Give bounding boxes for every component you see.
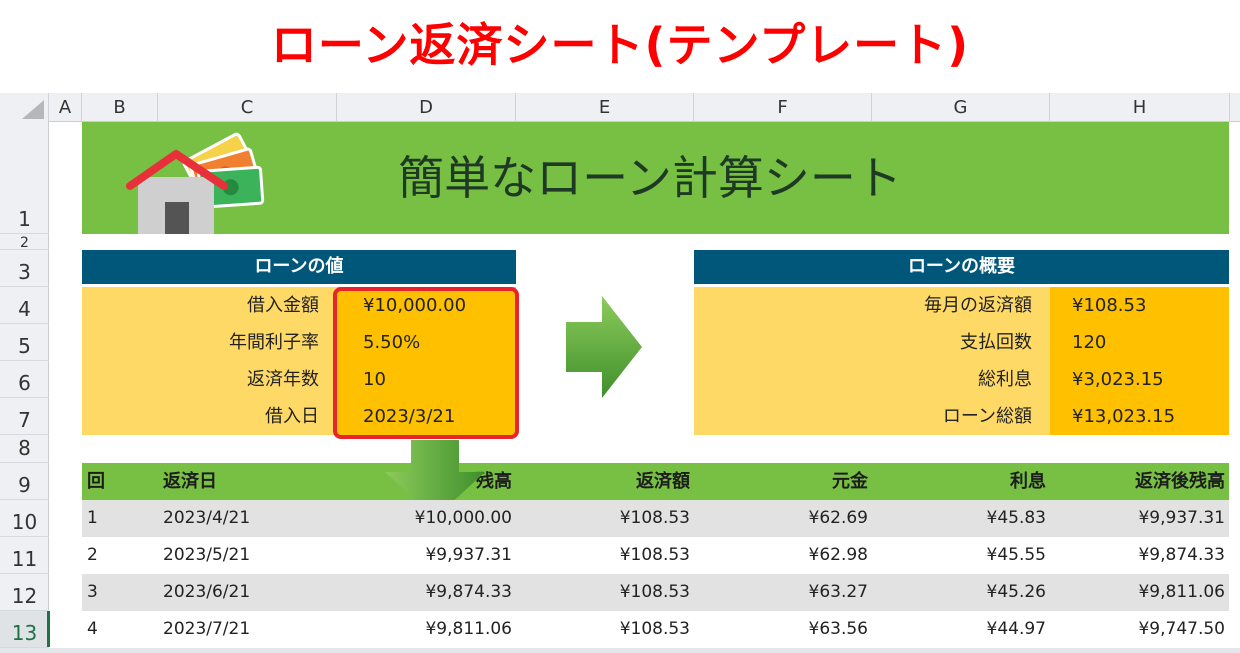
cell-installment[interactable]: 2 bbox=[87, 537, 147, 574]
right-arrow-icon bbox=[566, 296, 642, 398]
total-loan-label: ローン総額 bbox=[942, 406, 1032, 427]
column-header-g[interactable]: G bbox=[872, 93, 1050, 122]
banner-title: 簡単なローン計算シート bbox=[398, 151, 902, 205]
total-loan-value[interactable]: ¥13,023.15 bbox=[1050, 398, 1229, 435]
cell-interest[interactable]: ¥45.55 bbox=[872, 537, 1046, 574]
input-highlight-box bbox=[333, 287, 519, 439]
cell-installment[interactable]: 1 bbox=[87, 500, 147, 537]
total-interest-value[interactable]: ¥3,023.15 bbox=[1050, 361, 1229, 398]
cell-principal[interactable]: ¥63.27 bbox=[694, 574, 868, 611]
column-header-d[interactable]: D bbox=[337, 93, 516, 122]
column-header-e[interactable]: E bbox=[516, 93, 694, 122]
header-payment[interactable]: 返済額 bbox=[516, 463, 690, 500]
interest-rate-label: 年間利子率 bbox=[229, 332, 319, 353]
cell-principal[interactable]: ¥62.69 bbox=[694, 500, 868, 537]
cell-principal[interactable]: ¥62.98 bbox=[694, 537, 868, 574]
cell-interest[interactable]: ¥44.97 bbox=[872, 611, 1046, 648]
cell-balance[interactable]: ¥9,874.33 bbox=[337, 574, 512, 611]
header-interest[interactable]: 利息 bbox=[872, 463, 1046, 500]
column-header-h[interactable]: H bbox=[1050, 93, 1230, 122]
cell-remaining-balance[interactable]: ¥9,747.50 bbox=[1050, 611, 1225, 648]
payment-count-label: 支払回数 bbox=[960, 332, 1032, 353]
cell-balance[interactable]: ¥9,811.06 bbox=[337, 611, 512, 648]
cell-payment-date[interactable]: 2023/4/21 bbox=[163, 500, 323, 537]
cell-principal[interactable]: ¥63.56 bbox=[694, 611, 868, 648]
row-header-9[interactable]: 9 bbox=[0, 463, 49, 500]
header-installment[interactable]: 回 bbox=[87, 463, 147, 500]
row-header-6[interactable]: 6 bbox=[0, 361, 49, 398]
row-header-12[interactable]: 12 bbox=[0, 574, 49, 611]
cell-payment[interactable]: ¥108.53 bbox=[516, 574, 690, 611]
loan-values-header: ローンの値 bbox=[82, 250, 516, 284]
row-header-5[interactable]: 5 bbox=[0, 324, 49, 361]
row-header-7[interactable]: 7 bbox=[0, 398, 49, 435]
page-title: ローン返済シート(テンプレート) bbox=[270, 18, 970, 72]
cell-payment-date[interactable]: 2023/5/21 bbox=[163, 537, 323, 574]
cell-remaining-balance[interactable]: ¥9,874.33 bbox=[1050, 537, 1225, 574]
cell-interest[interactable]: ¥45.26 bbox=[872, 574, 1046, 611]
row-header-4[interactable]: 4 bbox=[0, 287, 49, 324]
header-payment-date[interactable]: 返済日 bbox=[163, 463, 323, 500]
cell-payment[interactable]: ¥108.53 bbox=[516, 537, 690, 574]
cell-balance[interactable]: ¥9,937.31 bbox=[337, 537, 512, 574]
column-header-b[interactable]: B bbox=[82, 93, 158, 122]
loan-amount-label: 借入金額 bbox=[247, 295, 319, 316]
row-header-11[interactable]: 11 bbox=[0, 537, 49, 574]
header-principal[interactable]: 元金 bbox=[694, 463, 868, 500]
monthly-payment-value[interactable]: ¥108.53 bbox=[1050, 287, 1229, 324]
column-header-f[interactable]: F bbox=[694, 93, 872, 122]
cell-installment[interactable]: 3 bbox=[87, 574, 147, 611]
select-all-icon bbox=[22, 100, 44, 119]
row-header-10[interactable]: 10 bbox=[0, 500, 49, 537]
loan-summary-header: ローンの概要 bbox=[694, 250, 1229, 284]
cell-remaining-balance[interactable]: ¥9,937.31 bbox=[1050, 500, 1225, 537]
payment-count-value[interactable]: 120 bbox=[1050, 324, 1229, 361]
row-header-13[interactable]: 13 bbox=[0, 611, 50, 648]
row-header-3[interactable]: 3 bbox=[0, 250, 49, 287]
cell-payment-date[interactable]: 2023/6/21 bbox=[163, 574, 323, 611]
total-interest-label: 総利息 bbox=[978, 369, 1032, 390]
row-header-2[interactable]: 2 bbox=[0, 234, 49, 251]
column-header-c[interactable]: C bbox=[158, 93, 337, 122]
cell-remaining-balance[interactable]: ¥9,811.06 bbox=[1050, 574, 1225, 611]
sheet-tab-bar bbox=[0, 648, 1240, 653]
row-header-1[interactable]: 1 bbox=[0, 122, 49, 234]
column-header-a[interactable]: A bbox=[49, 93, 82, 122]
cell-balance[interactable]: ¥10,000.00 bbox=[337, 500, 512, 537]
header-remaining-balance[interactable]: 返済後残高 bbox=[1050, 463, 1225, 500]
repayment-years-label: 返済年数 bbox=[247, 369, 319, 390]
monthly-payment-label: 毎月の返済額 bbox=[924, 295, 1032, 316]
cell-interest[interactable]: ¥45.83 bbox=[872, 500, 1046, 537]
cell-payment[interactable]: ¥108.53 bbox=[516, 611, 690, 648]
cell-payment-date[interactable]: 2023/7/21 bbox=[163, 611, 323, 648]
cell-installment[interactable]: 4 bbox=[87, 611, 147, 648]
row-header-8[interactable]: 8 bbox=[0, 435, 49, 463]
cell-payment[interactable]: ¥108.53 bbox=[516, 500, 690, 537]
loan-date-label: 借入日 bbox=[265, 406, 319, 427]
house-icon bbox=[126, 132, 265, 234]
